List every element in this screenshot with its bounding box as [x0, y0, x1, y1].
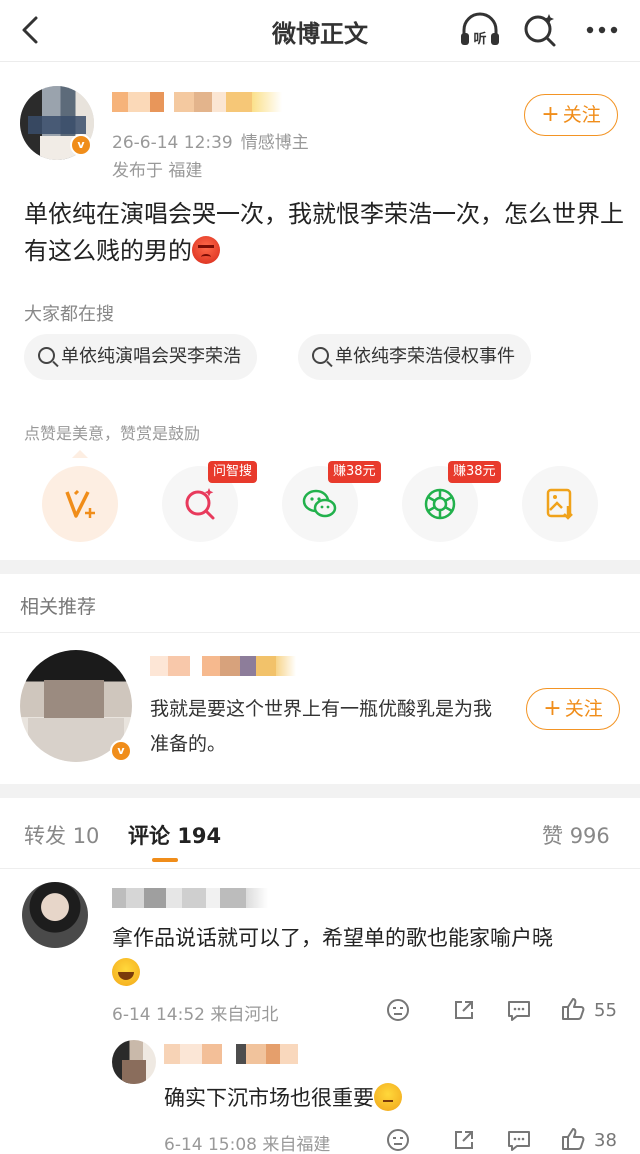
reply-from: 来自福建	[262, 1135, 331, 1154]
plus-icon: +	[541, 102, 560, 127]
comment-from: 来自河北	[210, 1005, 279, 1025]
plus-icon: +	[543, 696, 562, 721]
smart-search-icon[interactable]	[520, 10, 560, 50]
smart-search-icon	[185, 488, 215, 520]
section-divider	[0, 784, 640, 798]
reply-meta: 6-14 15:08 来自福建	[164, 1130, 330, 1154]
active-tab-indicator	[152, 858, 178, 862]
tab-comment[interactable]: 评论 194	[128, 820, 221, 850]
follow-label: 关注	[562, 104, 601, 126]
share-icon[interactable]	[452, 998, 476, 1022]
reply-text: 确实下沉市场也很重要	[164, 1086, 374, 1110]
hot-search-chip[interactable]: 单依纯演唱会哭李荣浩	[24, 334, 257, 380]
hot-search-label: 大家都在搜	[24, 304, 114, 325]
vplus-icon	[65, 489, 95, 518]
reply-icon[interactable]	[506, 998, 532, 1022]
related-section-title: 相关推荐	[20, 596, 97, 618]
tab-like-count: 996	[569, 824, 610, 848]
hot-search-text: 单依纯李荣浩侵权事件	[335, 346, 515, 367]
moments-reward-tag: 赚38元	[448, 461, 501, 483]
wechat-reward-tag: 赚38元	[328, 461, 381, 483]
tab-like-label: 赞	[542, 824, 563, 848]
post-meta: 26-6-14 12:39 情感博主	[112, 128, 309, 153]
tab-repost[interactable]: 转发 10	[24, 820, 99, 850]
moments-icon	[424, 488, 456, 520]
reply-like-count: 38	[594, 1130, 617, 1151]
hot-search-text: 单依纯演唱会哭李荣浩	[61, 346, 241, 367]
tab-comment-count: 194	[177, 824, 222, 848]
vplus-reward-button[interactable]	[42, 466, 118, 542]
divider-line	[0, 632, 640, 633]
post-text: 单依纯在演唱会哭一次，我就恨李荣浩一次，怎么世界上有这么贱的男的	[24, 200, 624, 265]
save-image-button[interactable]	[522, 466, 598, 542]
listen-label: 听	[473, 31, 486, 47]
verified-badge-icon: v	[110, 740, 132, 762]
commenter-avatar[interactable]	[22, 882, 88, 948]
tab-repost-count: 10	[72, 824, 100, 848]
reply-body: 确实下沉市场也很重要	[164, 1080, 604, 1116]
post-time: 26-6-14 12:39	[112, 133, 233, 153]
comment-time: 6-14 14:52	[112, 1005, 205, 1025]
tab-like[interactable]: 赞 996	[542, 820, 610, 850]
save-image-icon	[546, 488, 573, 520]
comment-body: 拿作品说话就可以了，希望单的歌也能家喻户晓	[112, 920, 622, 992]
follow-button[interactable]: + 关注	[524, 94, 618, 136]
thumbs-up-icon[interactable]	[560, 1126, 586, 1152]
wechat-icon	[302, 489, 337, 518]
tab-repost-label: 转发	[24, 824, 66, 848]
reply-name-blurred[interactable]	[164, 1044, 298, 1066]
author-role: 情感博主	[240, 133, 309, 153]
reward-label: 点赞是美意，赞赏是鼓励	[24, 424, 201, 443]
reply-icon[interactable]	[506, 1128, 532, 1152]
more-options-icon[interactable]	[580, 10, 624, 50]
pointer-triangle	[72, 450, 88, 458]
search-icon	[312, 347, 329, 364]
section-divider	[0, 560, 640, 574]
follow-label: 关注	[564, 698, 603, 720]
verified-badge-icon: v	[70, 134, 92, 156]
related-follow-button[interactable]: + 关注	[526, 688, 620, 730]
dislike-face-icon[interactable]	[386, 1128, 410, 1152]
angry-emoji-icon	[192, 236, 220, 264]
thinking-emoji-icon	[374, 1083, 402, 1111]
search-icon	[38, 347, 55, 364]
divider-line	[0, 868, 640, 869]
comment-text: 拿作品说话就可以了，希望单的歌也能家喻户晓	[112, 926, 553, 950]
laugh-emoji-icon	[112, 958, 140, 986]
reply-avatar[interactable]	[112, 1040, 156, 1084]
related-user-name-blurred[interactable]	[150, 656, 296, 678]
share-icon[interactable]	[452, 1128, 476, 1152]
post-location: 发布于 福建	[112, 161, 203, 181]
top-nav-bar: 微博正文 听	[0, 0, 640, 62]
smart-search-tag: 问智搜	[208, 461, 258, 483]
hot-search-chip[interactable]: 单依纯李荣浩侵权事件	[298, 334, 531, 380]
post-body: 单依纯在演唱会哭一次，我就恨李荣浩一次，怎么世界上有这么贱的男的	[24, 196, 624, 270]
comment-like-count: 55	[594, 1000, 617, 1021]
comment-meta: 6-14 14:52 来自河北	[112, 1000, 278, 1025]
reply-time: 6-14 15:08	[164, 1135, 257, 1154]
dislike-face-icon[interactable]	[386, 998, 410, 1022]
listen-headphone-icon[interactable]: 听	[458, 10, 502, 50]
thumbs-up-icon[interactable]	[560, 996, 586, 1022]
commenter-name-blurred[interactable]	[112, 888, 268, 910]
related-user-bio: 我就是要这个世界上有一瓶优酸乳是为我准备的。	[150, 698, 493, 755]
tab-comment-label: 评论	[128, 824, 170, 848]
author-name-blurred[interactable]	[112, 92, 282, 114]
